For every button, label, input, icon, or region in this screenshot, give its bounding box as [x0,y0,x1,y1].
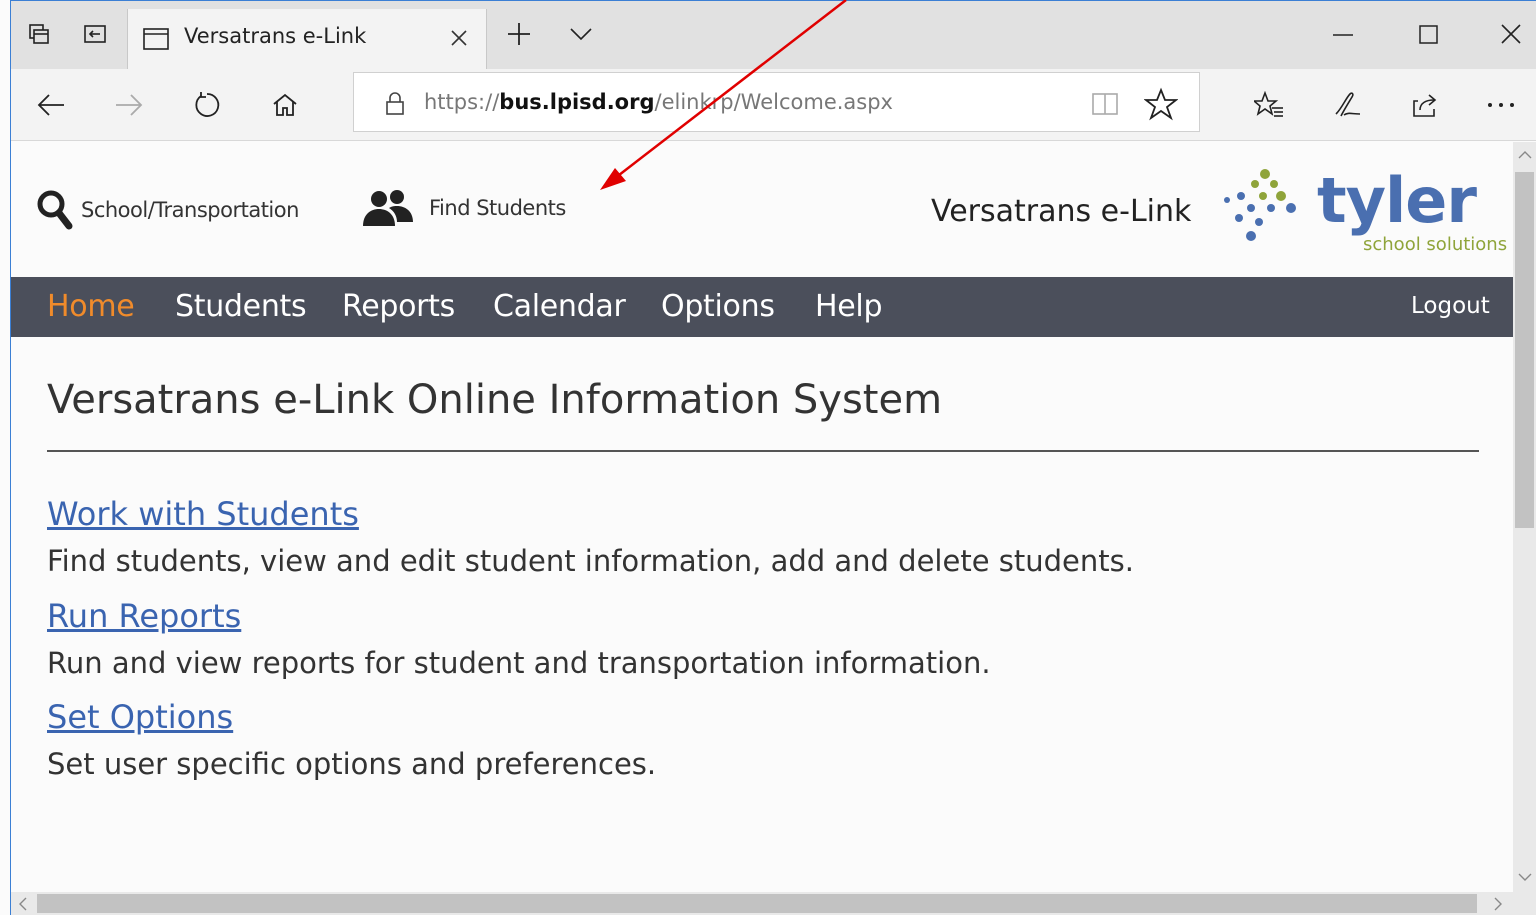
tab-versatrans[interactable]: Versatrans e-Link [127,9,487,69]
logo-wordmark: tyler [1317,164,1477,237]
find-students-label: Find Students [429,196,566,220]
page-icon [143,28,169,50]
logout-link[interactable]: Logout [1411,293,1490,319]
refresh-icon[interactable] [185,83,229,127]
chevron-down-icon[interactable] [561,11,601,57]
window-border [10,0,11,915]
set-options-description: Set user specific options and preference… [47,747,657,781]
url-prefix: https:// [424,90,500,114]
lock-icon [386,92,404,115]
menu-item-calendar[interactable]: Calendar [493,289,626,324]
scroll-left-icon[interactable] [11,892,35,915]
favorite-star-icon[interactable] [1144,87,1178,121]
maximize-icon[interactable] [1409,11,1449,57]
main-menu: Home Students Reports Calendar Options H… [11,277,1513,337]
back-arrow-icon[interactable] [29,83,73,127]
horizontal-scrollbar[interactable] [11,892,1513,915]
url-path: /elinkrp/Welcome.aspx [654,90,893,114]
menu-item-options[interactable]: Options [661,289,775,324]
title-divider [47,450,1479,452]
share-icon[interactable] [1403,83,1447,127]
menu-item-reports[interactable]: Reports [342,289,455,324]
vertical-scroll-thumb[interactable] [1515,172,1534,528]
school-transportation-label: School/Transportation [81,198,299,222]
page-title: Versatrans e-Link Online Information Sys… [47,377,943,423]
window-border [10,0,1536,1]
reading-view-icon[interactable] [1090,89,1120,119]
scrollbar-corner [1513,892,1536,915]
work-with-students-link[interactable]: Work with Students [47,495,359,533]
url-host: bus.lpisd.org [499,90,655,114]
run-reports-description: Run and view reports for student and tra… [47,646,991,680]
run-reports-link[interactable]: Run Reports [47,597,241,635]
set-options-link[interactable]: Set Options [47,698,233,736]
new-tab-icon[interactable] [499,11,539,57]
menu-item-help[interactable]: Help [815,289,883,324]
horizontal-scroll-thumb[interactable] [37,894,1477,913]
home-icon[interactable] [263,83,307,127]
url-text[interactable]: https://bus.lpisd.org/elinkrp/Welcome.as… [424,90,893,114]
tab-bar: Versatrans e-Link [11,1,1536,69]
set-aside-tabs-icon[interactable] [75,11,115,57]
menu-item-home[interactable]: Home [47,289,135,324]
close-tab-icon[interactable] [444,23,474,53]
people-icon [363,190,413,226]
scroll-right-icon[interactable] [1486,892,1510,915]
tyler-logo: tyler school solutions [1211,164,1511,259]
find-students-link[interactable]: Find Students [359,188,566,228]
scroll-down-icon[interactable] [1513,864,1536,890]
work-with-students-description: Find students, view and edit student inf… [47,544,1134,578]
scroll-up-icon[interactable] [1513,142,1536,168]
tab-manager-icon[interactable] [19,11,59,57]
web-note-icon[interactable] [1325,83,1369,127]
menu-item-students[interactable]: Students [175,289,307,324]
logo-subtitle: school solutions [1363,234,1508,255]
navigation-bar: https://bus.lpisd.org/elinkrp/Welcome.as… [11,69,1536,141]
address-bar[interactable]: https://bus.lpisd.org/elinkrp/Welcome.as… [353,72,1200,132]
tyler-logo-mark [1224,169,1296,241]
brand-title: Versatrans e-Link [931,194,1192,229]
search-icon [37,190,73,230]
close-window-icon[interactable] [1491,11,1531,57]
web-page: School/Transportation Find Students Vers… [11,142,1513,892]
site-header: School/Transportation Find Students Vers… [11,142,1513,277]
more-options-icon[interactable] [1479,83,1523,127]
browser-window: Versatrans e-Link https://bus.lpisd.org/… [0,0,1536,915]
minimize-icon[interactable] [1323,11,1363,57]
school-transportation-link[interactable]: School/Transportation [35,188,299,232]
favorites-hub-icon[interactable] [1247,83,1291,127]
forward-arrow-icon[interactable] [107,83,151,127]
vertical-scrollbar[interactable] [1513,142,1536,892]
tab-title: Versatrans e-Link [184,24,367,48]
